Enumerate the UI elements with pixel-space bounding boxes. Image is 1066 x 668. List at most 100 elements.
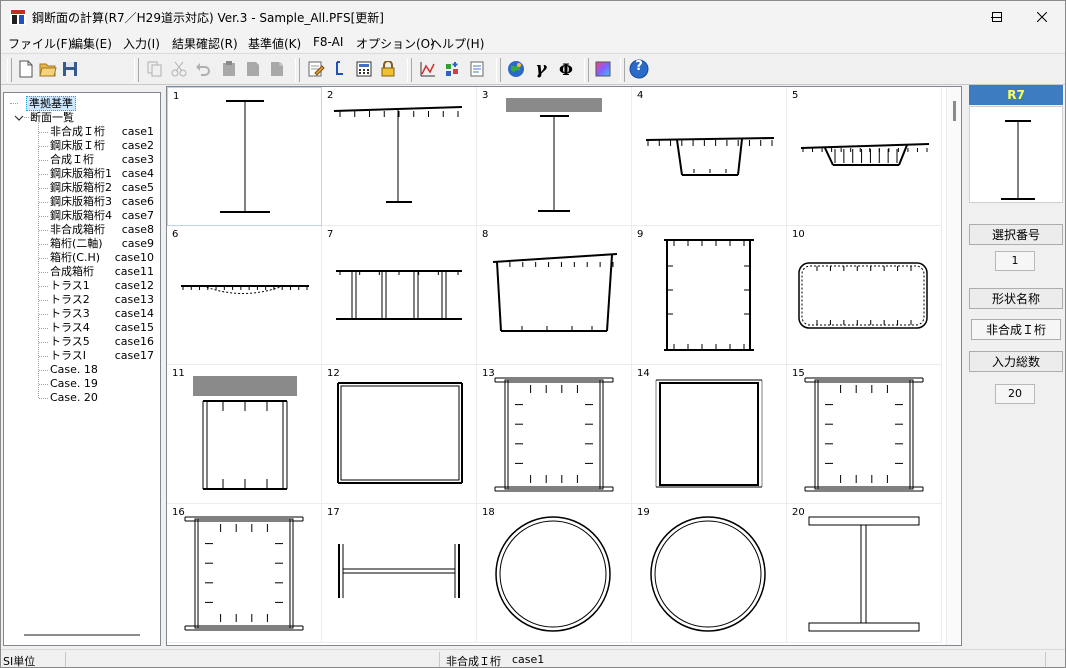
tree-item-name[interactable]: 非合成Ｉ桁 [50, 125, 105, 138]
tree-item-name[interactable]: 合成Ｉ桁 [50, 153, 94, 166]
tree-item-name[interactable]: トラス2 [50, 293, 90, 306]
tree-item-name[interactable]: 箱桁(C.H) [50, 251, 100, 264]
tree-item-name[interactable]: トラス5 [50, 335, 90, 348]
tree-node-section-list[interactable]: 断面一覧 [30, 111, 74, 124]
section-cell[interactable]: 3 [477, 87, 632, 226]
close-button[interactable] [1019, 1, 1065, 32]
tree-item-case[interactable]: case10 [115, 251, 154, 264]
copy-button[interactable] [144, 57, 166, 81]
select-no-label[interactable]: 選択番号 [969, 224, 1063, 245]
tree-item-name[interactable]: Case. 19 [50, 377, 98, 390]
section-cell[interactable]: 15 [787, 365, 942, 504]
toolbar-grip[interactable] [134, 58, 139, 82]
tree-item-name[interactable]: 合成箱桁 [50, 265, 94, 278]
chart-button[interactable] [417, 57, 439, 81]
tree-item-name[interactable]: 箱桁(二軸) [50, 237, 103, 250]
section-cell[interactable]: 18 [477, 504, 632, 643]
tree-item-case[interactable]: case13 [115, 293, 154, 306]
section-cell[interactable]: 14 [632, 365, 787, 504]
tree-hscroll-thumb[interactable] [24, 634, 140, 636]
tree-item-case[interactable]: case1 [122, 125, 154, 138]
save-button[interactable] [59, 57, 81, 81]
tree-item-case[interactable]: case15 [115, 321, 154, 334]
menu-results[interactable]: 結果確認(R) [172, 35, 238, 52]
page-copy-button[interactable] [266, 57, 288, 81]
tree-item-name[interactable]: Case. 20 [50, 391, 98, 404]
tree-item-name[interactable]: トラスI [50, 349, 86, 362]
section-cell[interactable]: 4 [632, 87, 787, 226]
phi-button[interactable]: Φ [555, 57, 577, 81]
toolbar-grip[interactable] [295, 58, 300, 82]
tree-item-name[interactable]: 鋼床版箱桁4 [50, 209, 112, 222]
help-button[interactable]: ? [628, 57, 650, 81]
paste-button[interactable] [218, 57, 240, 81]
tree-item-name[interactable]: トラス4 [50, 321, 90, 334]
tree-item-name[interactable]: 鋼床版箱桁3 [50, 195, 112, 208]
section-cell[interactable]: 9 [632, 226, 787, 365]
lock-button[interactable] [377, 57, 399, 81]
menu-input[interactable]: 入力(I) [123, 35, 160, 52]
menu-file[interactable]: ファイル(F) [8, 35, 72, 52]
tree-item-case[interactable]: case16 [115, 335, 154, 348]
section-cell[interactable]: 1 [167, 87, 322, 226]
tree-item-name[interactable]: 鋼床版Ｉ桁 [50, 139, 105, 152]
tree-item-name[interactable]: Case. 18 [50, 363, 98, 376]
new-file-button[interactable] [15, 57, 37, 81]
tree-item-case[interactable]: case2 [122, 139, 154, 152]
section-cell[interactable]: 8 [477, 226, 632, 365]
menu-standards[interactable]: 基準値(K) [248, 35, 301, 52]
section-cell[interactable]: 16 [167, 504, 322, 643]
section-tree[interactable]: 準拠基準 断面一覧 非合成Ｉ桁 case1 鋼床版Ｉ桁 case2 合成Ｉ桁 case3 鋼床版… [3, 92, 161, 646]
tree-item-name[interactable]: トラス1 [50, 279, 90, 292]
undo-button[interactable] [192, 57, 214, 81]
palette-button[interactable] [592, 57, 614, 81]
cut-button[interactable] [168, 57, 190, 81]
chevron-down-icon[interactable] [14, 113, 24, 123]
section-cell[interactable]: 6 [167, 226, 322, 365]
report-button[interactable] [466, 57, 488, 81]
gamma-button[interactable]: γ [530, 57, 552, 81]
section-cell[interactable]: 11 [167, 365, 322, 504]
tree-item-case[interactable]: case14 [115, 307, 154, 320]
menu-help[interactable]: ヘルプ(H) [430, 35, 484, 52]
section-cell[interactable]: 12 [322, 365, 477, 504]
grid-vscroll[interactable] [946, 87, 961, 645]
section-cell[interactable]: 20 [787, 504, 942, 643]
section-cell[interactable]: 2 [322, 87, 477, 226]
open-button[interactable] [37, 57, 59, 81]
total-count-label[interactable]: 入力総数 [969, 351, 1063, 372]
edit-input-button[interactable] [305, 57, 327, 81]
tree-item-case[interactable]: case9 [122, 237, 154, 250]
menu-options[interactable]: オプション(O) [356, 35, 435, 52]
section-cell[interactable]: 10 [787, 226, 942, 365]
tree-item-case[interactable]: case4 [122, 167, 154, 180]
toolbar-grip[interactable] [620, 58, 625, 82]
maximize-button[interactable] [974, 1, 1020, 32]
tree-item-case[interactable]: case11 [115, 265, 154, 278]
section-cell[interactable]: 13 [477, 365, 632, 504]
tree-item-name[interactable]: トラス3 [50, 307, 90, 320]
tree-item-name[interactable]: 鋼床版箱桁2 [50, 181, 112, 194]
toolbar-grip[interactable] [407, 58, 412, 82]
grid-vscroll-thumb[interactable] [953, 101, 956, 121]
tree-item-case[interactable]: case7 [122, 209, 154, 222]
section-cell[interactable]: 19 [632, 504, 787, 643]
section-cell[interactable]: 17 [322, 504, 477, 643]
globe-button[interactable] [505, 57, 527, 81]
tree-item-case[interactable]: case17 [115, 349, 154, 362]
page-button[interactable] [242, 57, 264, 81]
tree-item-name[interactable]: 非合成箱桁 [50, 223, 105, 236]
section-cell[interactable]: 7 [322, 226, 477, 365]
shape-name-label[interactable]: 形状名称 [969, 288, 1063, 309]
section-grid[interactable]: 20 19 18 17 16 15 14 13 12 11 10 9 8 7 6 5 4 3 2 1 [166, 86, 962, 646]
tree-item-case[interactable]: case5 [122, 181, 154, 194]
calculator-button[interactable] [353, 57, 375, 81]
section-cell[interactable]: 5 [787, 87, 942, 226]
section-button[interactable] [329, 57, 351, 81]
toolbar-grip[interactable] [496, 58, 501, 82]
tree-item-name[interactable]: 鋼床版箱桁1 [50, 167, 112, 180]
toolbar-grip[interactable] [7, 58, 12, 82]
tree-item-case[interactable]: case8 [122, 223, 154, 236]
tree-item-case[interactable]: case6 [122, 195, 154, 208]
toolbar-grip[interactable] [584, 58, 589, 82]
